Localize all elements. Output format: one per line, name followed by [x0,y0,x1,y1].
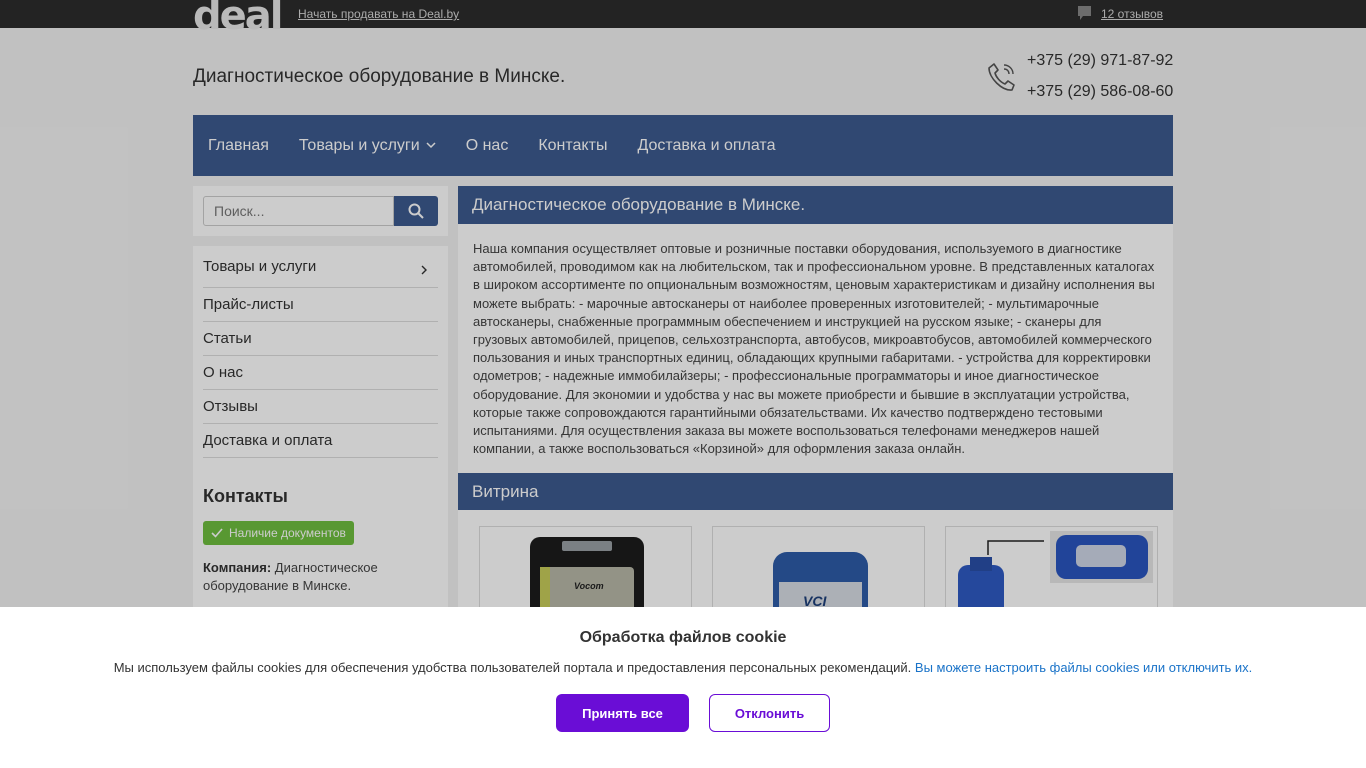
modal-overlay [0,0,1366,607]
cookie-description: Мы используем файлы cookies для обеспече… [113,660,912,675]
cookie-settings-link[interactable]: Вы можете настроить файлы cookies или от… [915,660,1252,675]
cookie-banner: Обработка файлов cookie Мы используем фа… [0,607,1366,768]
cookie-text: Мы используем файлы cookies для обеспече… [0,660,1366,675]
decline-button[interactable]: Отклонить [709,694,830,732]
accept-all-button[interactable]: Принять все [556,694,689,732]
cookie-title: Обработка файлов cookie [579,629,787,646]
